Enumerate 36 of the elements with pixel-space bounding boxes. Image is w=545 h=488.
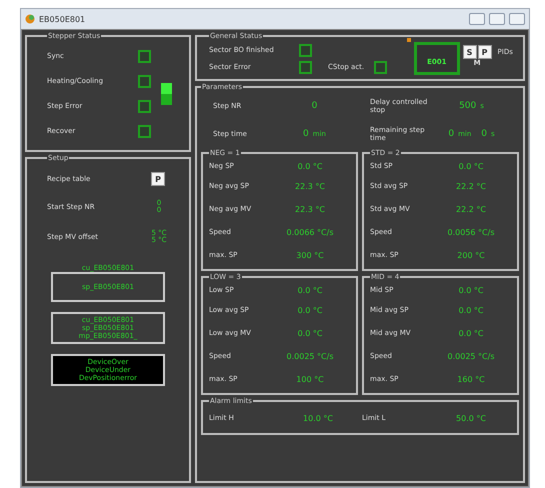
- field-value: 300 °C: [295, 251, 325, 260]
- field-value: 200 °C: [456, 251, 486, 260]
- field-value: 10.0 °C: [302, 414, 334, 422]
- field-value: 160 °C: [456, 375, 486, 384]
- step-indicator-icon: [161, 83, 172, 105]
- close-button[interactable]: [509, 13, 525, 25]
- field-value: 0.0025 °C/s: [286, 352, 334, 361]
- field-value: 500: [459, 101, 476, 111]
- field-value: 0.0056 °C/s: [446, 228, 496, 237]
- field-value: 0.0 °C: [458, 306, 484, 315]
- field-value: 50.0 °C: [455, 414, 487, 422]
- field-value: 0: [312, 101, 318, 111]
- mode-button[interactable]: S: [462, 45, 477, 59]
- mode-button[interactable]: P: [478, 45, 492, 59]
- field-value: 0.0 °C: [296, 306, 324, 315]
- field-value: 0.0066 °C/s: [286, 228, 334, 237]
- field-value: 0.0 °C: [458, 286, 484, 294]
- maximize-button[interactable]: [489, 13, 505, 25]
- field-value: 100 °C: [295, 375, 325, 384]
- field-value: 22.3 °C: [294, 182, 326, 191]
- field-value: 0.0 °C: [296, 162, 324, 170]
- app-icon: [25, 14, 35, 24]
- field-value: 0: [303, 129, 309, 139]
- field-value: 22.3 °C: [294, 205, 326, 214]
- field-value: 0.0025 °C/s: [446, 352, 496, 361]
- field-value: 0: [481, 129, 487, 139]
- recipe-button[interactable]: P: [151, 172, 165, 186]
- field-value: 0: [448, 129, 454, 139]
- field-value: 22.2 °C: [455, 182, 487, 191]
- field-value: 22.2 °C: [455, 205, 487, 214]
- field-value: 0.0 °C: [296, 286, 324, 294]
- window-title: EB050E801: [39, 14, 86, 24]
- field-value: 0.0 °C: [296, 329, 324, 338]
- minimize-button[interactable]: [469, 13, 485, 25]
- field-value: 0.0 °C: [458, 162, 484, 170]
- field-value: 0.0 °C: [458, 329, 484, 338]
